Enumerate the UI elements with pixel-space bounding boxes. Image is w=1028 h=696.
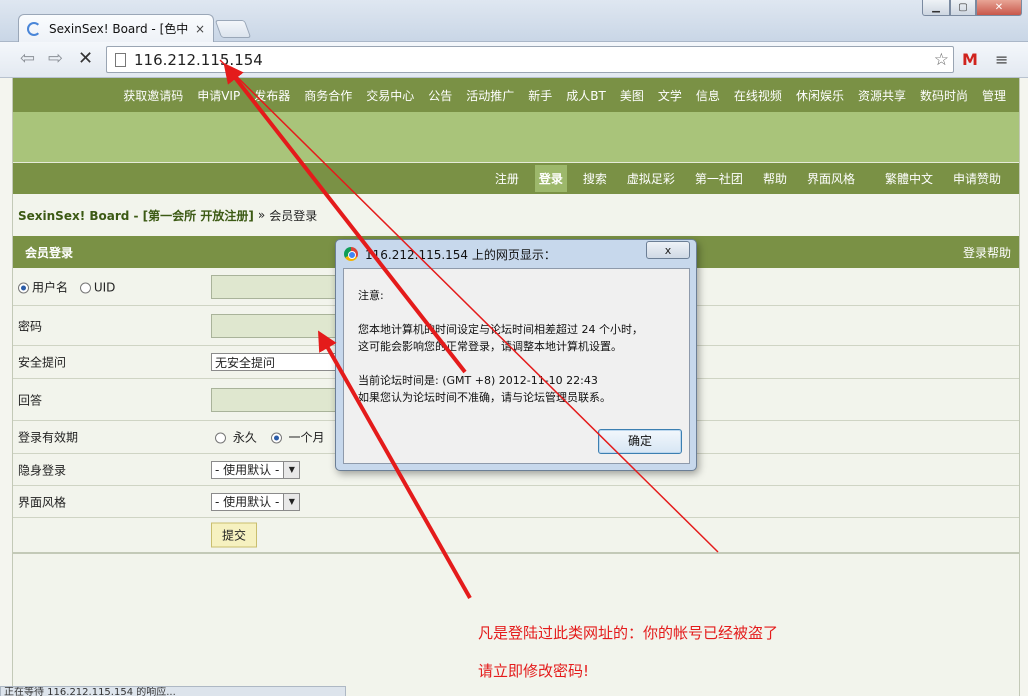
top-navigation: 获取邀请码 申请VIP 发布器 商务合作 交易中心 公告 活动推广 新手 成人BT 美图 文学 信息在…: [13, 78, 1019, 112]
sub-nav-item[interactable]: 第一社团: [691, 165, 747, 192]
top-nav-item[interactable]: 新手: [528, 87, 552, 104]
gmail-icon[interactable]: M: [962, 50, 978, 69]
password-input[interactable]: [211, 313, 341, 338]
url-text[interactable]: 116.212.115.154: [134, 51, 263, 69]
sub-nav-item[interactable]: 帮助: [759, 165, 791, 192]
warning-line-1: 凡是登陆过此类网址的：你的帐号已经被盗了: [478, 624, 779, 642]
dialog-titlebar: 116.212.115.154 上的网页显示：: [336, 240, 696, 268]
answer-label: 回答: [18, 393, 43, 407]
browser-tab[interactable]: SexinSex! Board - [色中 ×: [18, 14, 214, 42]
wrench-menu-icon[interactable]: ≡: [995, 50, 1008, 69]
breadcrumb-separator: »: [257, 208, 266, 222]
submit-row: 提交: [13, 518, 1019, 554]
ok-button[interactable]: 确定: [598, 429, 682, 454]
breadcrumb-current: 会员登录: [269, 208, 318, 223]
tab-title: SexinSex! Board - [色中: [49, 22, 189, 36]
breadcrumb: SexinSex! Board - [第一会所 开放注册] » 会员登录: [13, 194, 1019, 236]
style-select[interactable]: - 使用默认 - ▼: [211, 492, 301, 511]
security-question-label: 安全提问: [18, 355, 67, 370]
dialog-body: 注意: 您本地计算机的时间设定与论坛时间相差超过 24 个小时， 这可能会影响您…: [343, 268, 690, 464]
window-close-button[interactable]: ✕: [976, 0, 1022, 16]
top-nav-item[interactable]: 信息: [696, 87, 720, 104]
style-select-value: - 使用默认 -: [215, 495, 280, 509]
login-help-link[interactable]: 登录帮助: [963, 244, 1011, 261]
minimize-button[interactable]: ▁: [922, 0, 950, 16]
chevron-down-icon[interactable]: ▼: [283, 493, 300, 510]
back-arrow-icon[interactable]: ⇦: [20, 50, 35, 68]
browser-titlebar: SexinSex! Board - [色中 × ▁ ▢ ✕: [0, 0, 1028, 42]
sub-nav-item[interactable]: 搜索: [579, 165, 611, 192]
username-radio[interactable]: [18, 282, 29, 293]
dialog-line-4: 如果您认为论坛时间不准确，请与论坛管理员联系。: [358, 391, 611, 404]
loading-spinner-icon: [27, 21, 41, 36]
validity-forever-radio[interactable]: [215, 432, 226, 444]
sub-nav-item[interactable]: 界面风格: [803, 165, 859, 192]
security-question-value: 无安全提问: [215, 355, 276, 370]
top-nav-item[interactable]: 申请VIP: [197, 87, 240, 104]
invisible-select[interactable]: - 使用默认 - ▼: [211, 460, 301, 479]
top-nav-item[interactable]: 商务合作: [304, 87, 352, 104]
security-question-select[interactable]: 无安全提问: [211, 353, 341, 371]
sub-nav-item[interactable]: 注册: [491, 165, 523, 192]
dialog-title: 116.212.115.154 上的网页显示：: [365, 247, 556, 262]
top-nav-item[interactable]: 休闲娱乐: [796, 87, 844, 104]
dialog-line-3: 当前论坛时间是: (GMT +8) 2012-11-10 22:43: [358, 374, 598, 387]
top-nav-item[interactable]: 在线视频: [734, 87, 782, 104]
sub-nav-item[interactable]: 虚拟足彩: [623, 165, 679, 192]
sub-navigation: 注册 登录 搜索 虚拟足彩 第一社团 帮助 界面风格 繁體中文 申请赞助: [13, 162, 1019, 194]
dialog-line-2: 这可能会影响您的正常登录，请调整本地计算机设置。: [358, 340, 622, 353]
username-radio-label: 用户名: [32, 280, 69, 294]
top-nav-item[interactable]: 资源共享: [858, 87, 906, 104]
browser-toolbar: ⇦ ⇨ ✕ 116.212.115.154 ☆ M ≡: [0, 42, 1028, 78]
bookmark-star-icon[interactable]: ☆: [934, 50, 949, 70]
uid-radio[interactable]: [79, 282, 91, 293]
top-nav-item[interactable]: 发布器: [254, 87, 290, 104]
answer-input[interactable]: [211, 387, 341, 412]
invisible-label: 隐身登录: [18, 463, 67, 477]
sub-nav-extra-item[interactable]: 繁體中文: [881, 165, 937, 192]
top-nav-item[interactable]: 管理: [982, 87, 1006, 104]
chevron-down-icon[interactable]: ▼: [283, 461, 300, 478]
stop-icon[interactable]: ✕: [78, 50, 93, 68]
sub-nav-extra-item[interactable]: 申请赞助: [949, 165, 1005, 192]
maximize-button[interactable]: ▢: [950, 0, 976, 16]
top-nav-item[interactable]: 交易中心: [366, 87, 414, 104]
uid-radio-label: UID: [93, 280, 116, 294]
top-nav-item[interactable]: 成人BT: [566, 87, 606, 104]
top-nav-item[interactable]: 公告: [428, 87, 452, 104]
alert-dialog: 116.212.115.154 上的网页显示： x 注意: 您本地计算机的时间设…: [335, 239, 697, 471]
chrome-icon: [344, 247, 358, 261]
page-icon: [115, 52, 126, 67]
top-nav-item[interactable]: 美图: [620, 87, 644, 104]
top-nav-item[interactable]: 活动推广: [466, 87, 514, 104]
invisible-select-value: - 使用默认 -: [215, 463, 280, 477]
sub-nav-item[interactable]: 登录: [534, 165, 567, 192]
password-label: 密码: [18, 319, 43, 333]
validity-forever-label: 永久: [232, 430, 257, 445]
login-type-selector: 用户名 UID: [18, 278, 115, 295]
top-nav-item[interactable]: 文学: [658, 87, 682, 104]
validity-month-radio[interactable]: [270, 432, 282, 444]
status-bar: 正在等待 116.212.115.154 的响应...: [0, 686, 346, 696]
top-nav-item[interactable]: 数码时尚: [920, 87, 968, 104]
submit-button[interactable]: 提交: [211, 522, 258, 548]
top-nav-item[interactable]: 获取邀请码: [123, 87, 183, 104]
login-form-title: 会员登录: [25, 245, 74, 260]
validity-month-label: 一个月: [288, 430, 325, 445]
style-row: 界面风格 - 使用默认 - ▼: [13, 486, 1019, 518]
tab-close-icon[interactable]: ×: [195, 22, 205, 36]
new-tab-button[interactable]: [214, 20, 252, 38]
breadcrumb-forum-link[interactable]: SexinSex! Board - [第一会所 开放注册]: [18, 207, 254, 224]
banner: [13, 112, 1019, 162]
warning-line-2: 请立即修改密码!: [478, 662, 590, 680]
username-input[interactable]: [211, 274, 341, 299]
address-bar[interactable]: 116.212.115.154 ☆: [106, 46, 954, 73]
dialog-notice: 注意:: [358, 289, 384, 302]
style-label: 界面风格: [18, 495, 67, 509]
validity-label: 登录有效期: [18, 430, 79, 445]
dialog-close-button[interactable]: x: [646, 241, 690, 259]
dialog-line-1: 您本地计算机的时间设定与论坛时间相差超过 24 个小时，: [358, 323, 643, 336]
forward-arrow-icon[interactable]: ⇨: [48, 50, 63, 68]
